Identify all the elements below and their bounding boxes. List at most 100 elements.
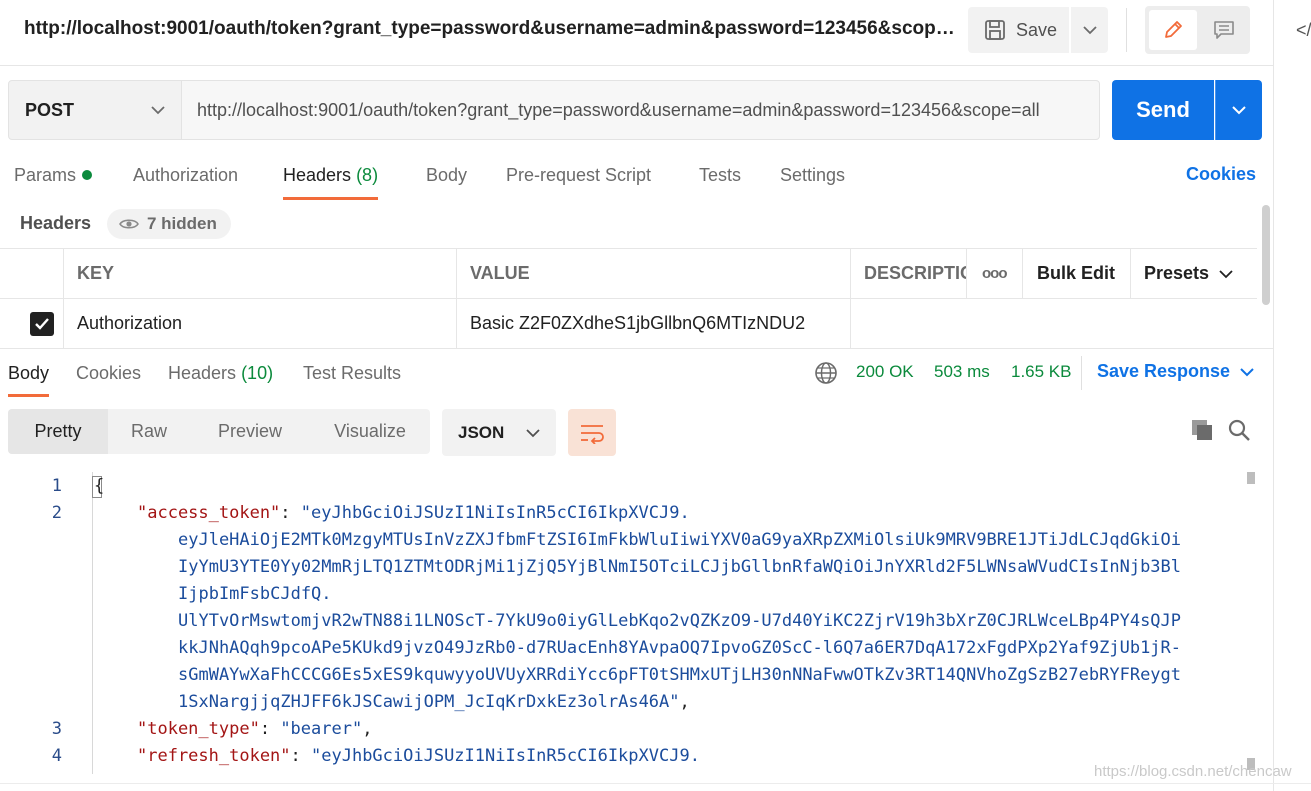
response-time[interactable]: 503 ms [934, 362, 990, 382]
search-icon[interactable] [1227, 418, 1251, 442]
headers-scrollbar[interactable] [1262, 205, 1270, 305]
chevron-down-icon [1219, 269, 1233, 278]
response-status[interactable]: 200 OK [856, 362, 914, 382]
header-value-cell[interactable]: Basic Z2F0ZXdheS1jbGllbnQ6MTIzNDU2 [457, 299, 851, 348]
headers-table: KEY VALUE DESCRIPTIO ooo Bulk Edit Prese… [0, 248, 1257, 349]
tab-prerequest-script[interactable]: Pre-request Script [506, 160, 651, 200]
response-divider [0, 348, 1273, 349]
tab-body[interactable]: Body [426, 160, 467, 200]
response-format-value: JSON [458, 422, 505, 442]
code-wrapped-line: sGmWAYwXaFhCCCG6Es5xES9kquwyyoUVUyXRRdiY… [178, 665, 1182, 685]
mode-toggle-group [1145, 6, 1250, 54]
pencil-icon [1165, 21, 1182, 38]
code-snippet-icon[interactable]: </ [1296, 20, 1311, 41]
wrap-lines-button[interactable] [568, 409, 616, 456]
method-select[interactable]: POST [8, 80, 182, 140]
json-string: "bearer" [280, 719, 363, 739]
edit-mode-button[interactable] [1149, 10, 1197, 50]
code-wrapped-line: kkJNhAQqh9pcoAPe5KUkd9jvzO49JzRb0-d7RUac… [178, 638, 1182, 658]
column-key: KEY [64, 249, 457, 298]
chevron-down-icon [526, 428, 540, 437]
scrollbar-up[interactable] [1247, 472, 1255, 484]
request-title[interactable]: http://localhost:9001/oauth/token?grant_… [24, 18, 959, 40]
header-description-cell[interactable] [851, 299, 1257, 348]
presets-label: Presets [1144, 263, 1210, 283]
line-number: 2 [51, 503, 62, 523]
save-response-button[interactable]: Save Response [1097, 361, 1254, 382]
send-button[interactable]: Send [1112, 80, 1214, 140]
comment-icon [1213, 21, 1234, 39]
tab-params[interactable]: Params [14, 160, 93, 200]
response-tab-test-results[interactable]: Test Results [303, 361, 401, 397]
tab-headers-label: Headers [283, 165, 352, 185]
response-headers-label: Headers [168, 363, 237, 383]
tab-tests[interactable]: Tests [699, 160, 741, 200]
view-visualize-button[interactable]: Visualize [310, 409, 430, 454]
presets-dropdown[interactable]: Presets [1131, 249, 1257, 298]
view-pretty-button[interactable]: Pretty [8, 409, 108, 454]
cookies-link[interactable]: Cookies [1186, 164, 1256, 185]
chevron-down-icon [151, 106, 165, 115]
more-options-button[interactable]: ooo [967, 249, 1023, 298]
code-wrapped-line: eyJleHAiOjE2MTk0MzgyMTUsInVzZXJfbmFtZSI6… [178, 530, 1182, 550]
checkbox-column-header [0, 249, 64, 298]
line-number: 3 [51, 719, 62, 739]
json-string: 1SxNargjjqZHJFF6kJSCawijOPM_JcIqKrDxkEz3… [178, 692, 680, 712]
json-string: "eyJhbGciOiJSUzI1NiIsInR5cCI6IkpXVCJ9. [311, 746, 700, 766]
row-checkbox-cell [0, 299, 64, 348]
bottom-border [0, 783, 1311, 784]
header-key-cell[interactable]: Authorization [64, 299, 457, 348]
checkmark-icon [35, 317, 49, 330]
table-header-row: KEY VALUE DESCRIPTIO ooo Bulk Edit Prese… [0, 249, 1257, 299]
column-value: VALUE [457, 249, 851, 298]
right-sidebar-border [1273, 0, 1274, 791]
globe-icon[interactable] [814, 361, 838, 385]
code-wrapped-line-end: 1SxNargjjqZHJFF6kJSCawijOPM_JcIqKrDxkEz3… [178, 692, 690, 712]
watermark-text: https://blog.csdn.net/chencaw [1094, 763, 1292, 780]
tab-authorization[interactable]: Authorization [133, 160, 238, 200]
line-number: 4 [51, 746, 62, 766]
eye-icon [119, 219, 139, 229]
code-wrapped-line: IjpbImFsbCJdfQ. [178, 584, 332, 604]
tab-params-label: Params [14, 165, 77, 185]
method-value: POST [25, 99, 75, 120]
hidden-headers-toggle[interactable]: 7 hidden [107, 209, 231, 239]
copy-icon[interactable] [1190, 418, 1214, 442]
view-mode-group: Pretty Raw Preview Visualize [8, 409, 430, 454]
response-tab-headers[interactable]: Headers (10) [168, 361, 273, 397]
json-key: "refresh_token" [137, 746, 291, 766]
response-tab-cookies[interactable]: Cookies [76, 361, 141, 397]
chevron-down-icon [1082, 26, 1097, 35]
floppy-icon [985, 20, 1005, 40]
row-enabled-checkbox[interactable] [30, 311, 54, 336]
response-headers-count: (10) [241, 363, 274, 383]
table-row: Authorization Basic Z2F0ZXdheS1jbGllbnQ6… [0, 299, 1257, 349]
send-options-button[interactable] [1215, 80, 1262, 140]
save-options-button[interactable] [1071, 7, 1108, 53]
chevron-down-icon [1232, 106, 1246, 115]
view-preview-button[interactable]: Preview [190, 409, 310, 454]
response-format-select[interactable]: JSON [442, 409, 556, 456]
save-label: Save [1016, 19, 1058, 40]
comments-button[interactable] [1201, 10, 1246, 50]
code-line-access-token: "access_token": "eyJhbGciOiJSUzI1NiIsInR… [137, 503, 690, 523]
view-raw-button[interactable]: Raw [108, 409, 190, 454]
headers-count: (8) [356, 165, 379, 185]
response-size[interactable]: 1.65 KB [1011, 362, 1072, 382]
title-bar: http://localhost:9001/oauth/token?grant_… [0, 0, 1273, 66]
response-body-editor[interactable]: 1 2 3 4 { "access_token": "eyJhbGciOiJSU… [0, 472, 1262, 774]
tab-settings[interactable]: Settings [780, 160, 845, 200]
tab-headers[interactable]: Headers (8) [283, 160, 379, 200]
response-tab-body[interactable]: Body [8, 361, 50, 397]
code-line-refresh-token: "refresh_token": "eyJhbGciOiJSUzI1NiIsIn… [137, 746, 700, 766]
code-open-brace: { [94, 476, 105, 496]
json-key: "token_type" [137, 719, 260, 739]
save-button[interactable]: Save [968, 7, 1069, 53]
headers-section-label: Headers [20, 213, 92, 233]
url-input[interactable]: http://localhost:9001/oauth/token?grant_… [182, 80, 1100, 140]
json-string: "eyJhbGciOiJSUzI1NiIsInR5cCI6IkpXVCJ9. [300, 503, 690, 523]
code-line-token-type: "token_type": "bearer", [137, 719, 373, 739]
editor-scrollbar[interactable] [1247, 472, 1255, 772]
bulk-edit-button[interactable]: Bulk Edit [1023, 249, 1131, 298]
editor-gutter-line [92, 472, 93, 774]
